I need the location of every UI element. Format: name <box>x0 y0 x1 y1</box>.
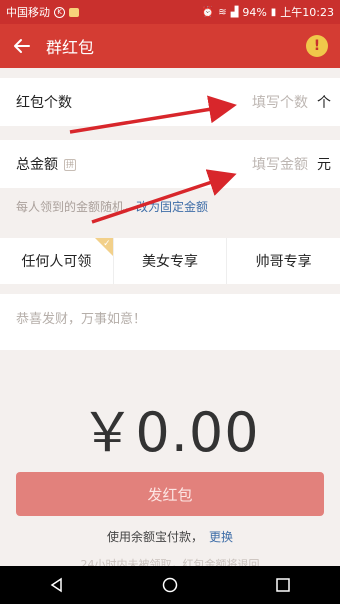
tab-women-only[interactable]: 美女专享 <box>114 238 228 284</box>
fixed-amount-link[interactable]: 改为固定金额 <box>136 200 208 214</box>
nav-recents-button[interactable] <box>263 566 303 604</box>
payment-method: 使用余额宝付款， 更换 <box>0 528 340 545</box>
arrow-left-icon <box>14 39 30 53</box>
greeting-placeholder: 恭喜发财，万事如意！ <box>16 312 147 327</box>
alarm-icon: ⏰ <box>201 6 215 18</box>
payment-text: 使用余额宝付款， <box>106 530 203 544</box>
send-red-packet-button[interactable]: 发红包 <box>16 472 324 516</box>
total-amount-text: 总金额 <box>16 157 58 173</box>
check-icon: ✓ <box>103 239 111 249</box>
app-bar: 群红包 ! <box>0 24 340 68</box>
total-amount-row: 总金额拼 填写金额 元 <box>0 140 340 188</box>
page-title: 群红包 <box>46 38 95 57</box>
status-bar: 中国移动 K ⏰ ≋ ▟ 94% ▮ 上午10:23 <box>0 0 340 24</box>
battery-icon: ▮ <box>270 6 277 18</box>
tab-women-label: 美女专享 <box>142 254 198 270</box>
status-left: 中国移动 K <box>6 4 79 20</box>
navigation-bar <box>0 566 340 604</box>
greeting-input[interactable]: 恭喜发财，万事如意！ <box>0 294 340 350</box>
total-amount-label: 总金额拼 <box>0 154 76 174</box>
square-recents-icon <box>276 578 291 592</box>
tab-anyone[interactable]: ✓ 任何人可领 <box>0 238 114 284</box>
audience-tabs: ✓ 任何人可领 美女专享 帅哥专享 <box>0 238 340 284</box>
pin-badge-icon: 拼 <box>64 159 76 171</box>
circle-home-icon <box>162 577 178 593</box>
triangle-back-icon <box>50 577 62 593</box>
back-button[interactable] <box>0 24 44 68</box>
signal-icon: ▟ <box>230 6 239 18</box>
packet-count-row: 红包个数 填写个数 个 <box>0 78 340 126</box>
hd-icon: K <box>54 6 65 18</box>
tab-anyone-label: 任何人可领 <box>21 254 92 270</box>
help-button[interactable]: ! <box>306 35 328 57</box>
hint-text: 每人领到的金额随机， <box>16 200 137 214</box>
carrier-label: 中国移动 <box>6 6 50 19</box>
total-amount-input[interactable]: 填写金额 <box>252 154 308 174</box>
nav-home-button[interactable] <box>150 566 190 604</box>
exclamation-icon: ! <box>313 38 321 54</box>
status-right: ⏰ ≋ ▟ 94% ▮ 上午10:23 <box>202 4 334 20</box>
tab-men-only[interactable]: 帅哥专享 <box>227 238 340 284</box>
amount-display: ￥0.00 <box>80 401 260 464</box>
change-payment-link[interactable]: 更换 <box>209 530 233 544</box>
clock-label: 上午10:23 <box>280 6 334 19</box>
total-amount-unit: 元 <box>317 157 331 173</box>
packet-count-label: 红包个数 <box>16 95 72 111</box>
wifi-icon: ≋ <box>218 6 227 18</box>
notification-icon <box>69 7 79 17</box>
packet-count-unit: 个 <box>317 95 331 111</box>
nav-back-button[interactable] <box>37 566 77 604</box>
amount-hint: 每人领到的金额随机，改为固定金额 <box>16 198 208 215</box>
packet-count-input[interactable]: 填写个数 <box>252 92 308 112</box>
battery-label: 94% <box>242 5 267 19</box>
tab-men-label: 帅哥专享 <box>255 254 312 270</box>
